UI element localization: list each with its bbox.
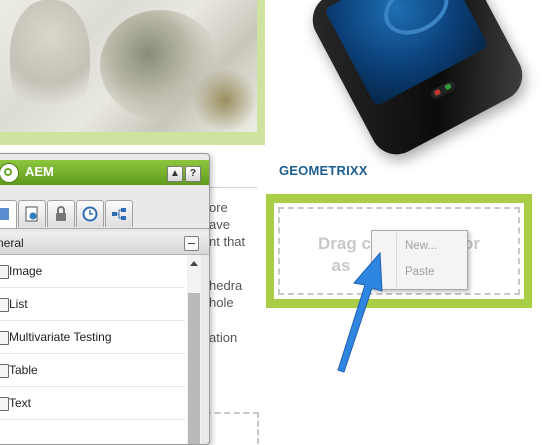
sidekick-panel[interactable]: AEM ▲ ? neral Image List [0,153,210,445]
context-menu-new[interactable]: New... [405,240,437,252]
help-button[interactable]: ? [185,166,201,182]
context-menu-paste[interactable]: Paste [405,266,434,278]
component-list: Image List Multivariate Testing Table Te… [0,255,187,444]
component-icon [0,364,9,378]
brand-heading: GEOMETRIXX [279,163,368,178]
component-icon [0,397,9,411]
component-icon [0,265,9,279]
body-text-line: hedra [209,278,243,293]
component-label: Multivariate Testing [9,330,112,344]
clock-icon [82,206,98,222]
sidekick-titlebar[interactable]: AEM ▲ ? [0,160,209,185]
component-icon [0,298,9,312]
lock-icon [56,206,66,221]
phone-image [303,0,532,164]
component-label: Image [9,264,43,278]
component-group-label: neral [0,236,24,250]
body-text-line: ation [209,330,238,345]
component-label: Table [9,363,38,377]
body-text-line: nt that [209,234,246,249]
tab-versioning[interactable] [47,200,75,227]
tab-workflow[interactable] [76,200,104,227]
collapse-button[interactable]: ▲ [167,166,183,182]
divider [207,187,257,188]
component-item-list[interactable]: List [0,288,185,321]
pointer-arrow-icon [337,251,383,373]
component-item-text[interactable]: Text [0,387,185,420]
hero-image [0,0,257,132]
body-text-line: ore [209,200,228,215]
tab-page[interactable] [18,200,46,227]
sidekick-tabs [0,196,209,229]
body-text-line: ave [209,217,230,232]
component-item-image[interactable]: Image [0,255,185,288]
hero-image-frame [0,0,265,145]
components-icon [0,208,9,220]
tab-components[interactable] [0,200,17,228]
drop-zone-placeholder-bottom [205,412,259,444]
component-label: List [9,297,28,311]
tab-information[interactable] [105,200,133,227]
scrollbar-thumb[interactable] [188,293,200,444]
scroll-up-icon[interactable] [190,261,198,266]
group-collapse-icon[interactable] [184,236,199,251]
page-icon [25,206,38,222]
sidekick-title: AEM [25,164,54,179]
component-item-table[interactable]: Table [0,354,185,387]
component-item-multivariate-testing[interactable]: Multivariate Testing [0,321,185,354]
component-group-header[interactable]: neral [0,232,209,255]
component-list-scrollbar[interactable] [187,255,201,444]
body-text-line: hole [209,295,234,310]
workflow-icon [112,208,126,220]
aem-logo-icon [0,163,19,183]
component-label: Text [9,396,32,410]
component-icon [0,331,9,345]
